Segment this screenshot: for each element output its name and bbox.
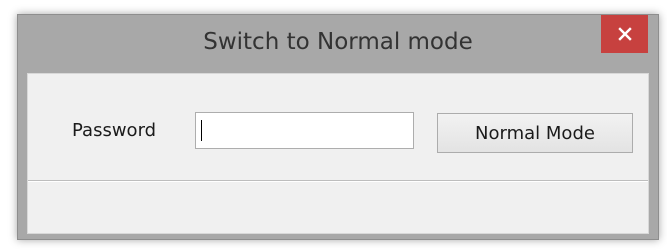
divider-highlight: [28, 181, 648, 182]
password-input[interactable]: [195, 112, 414, 149]
dialog-window: Switch to Normal mode Password Normal Mo…: [17, 14, 659, 240]
close-icon: [617, 27, 632, 41]
text-caret: [201, 120, 202, 141]
window-title: Switch to Normal mode: [203, 29, 473, 55]
title-bar[interactable]: Switch to Normal mode: [18, 15, 658, 72]
password-label: Password: [72, 120, 157, 141]
close-button[interactable]: [601, 15, 648, 53]
normal-mode-button[interactable]: Normal Mode: [437, 113, 633, 153]
dialog-content: Password Normal Mode: [27, 73, 649, 234]
